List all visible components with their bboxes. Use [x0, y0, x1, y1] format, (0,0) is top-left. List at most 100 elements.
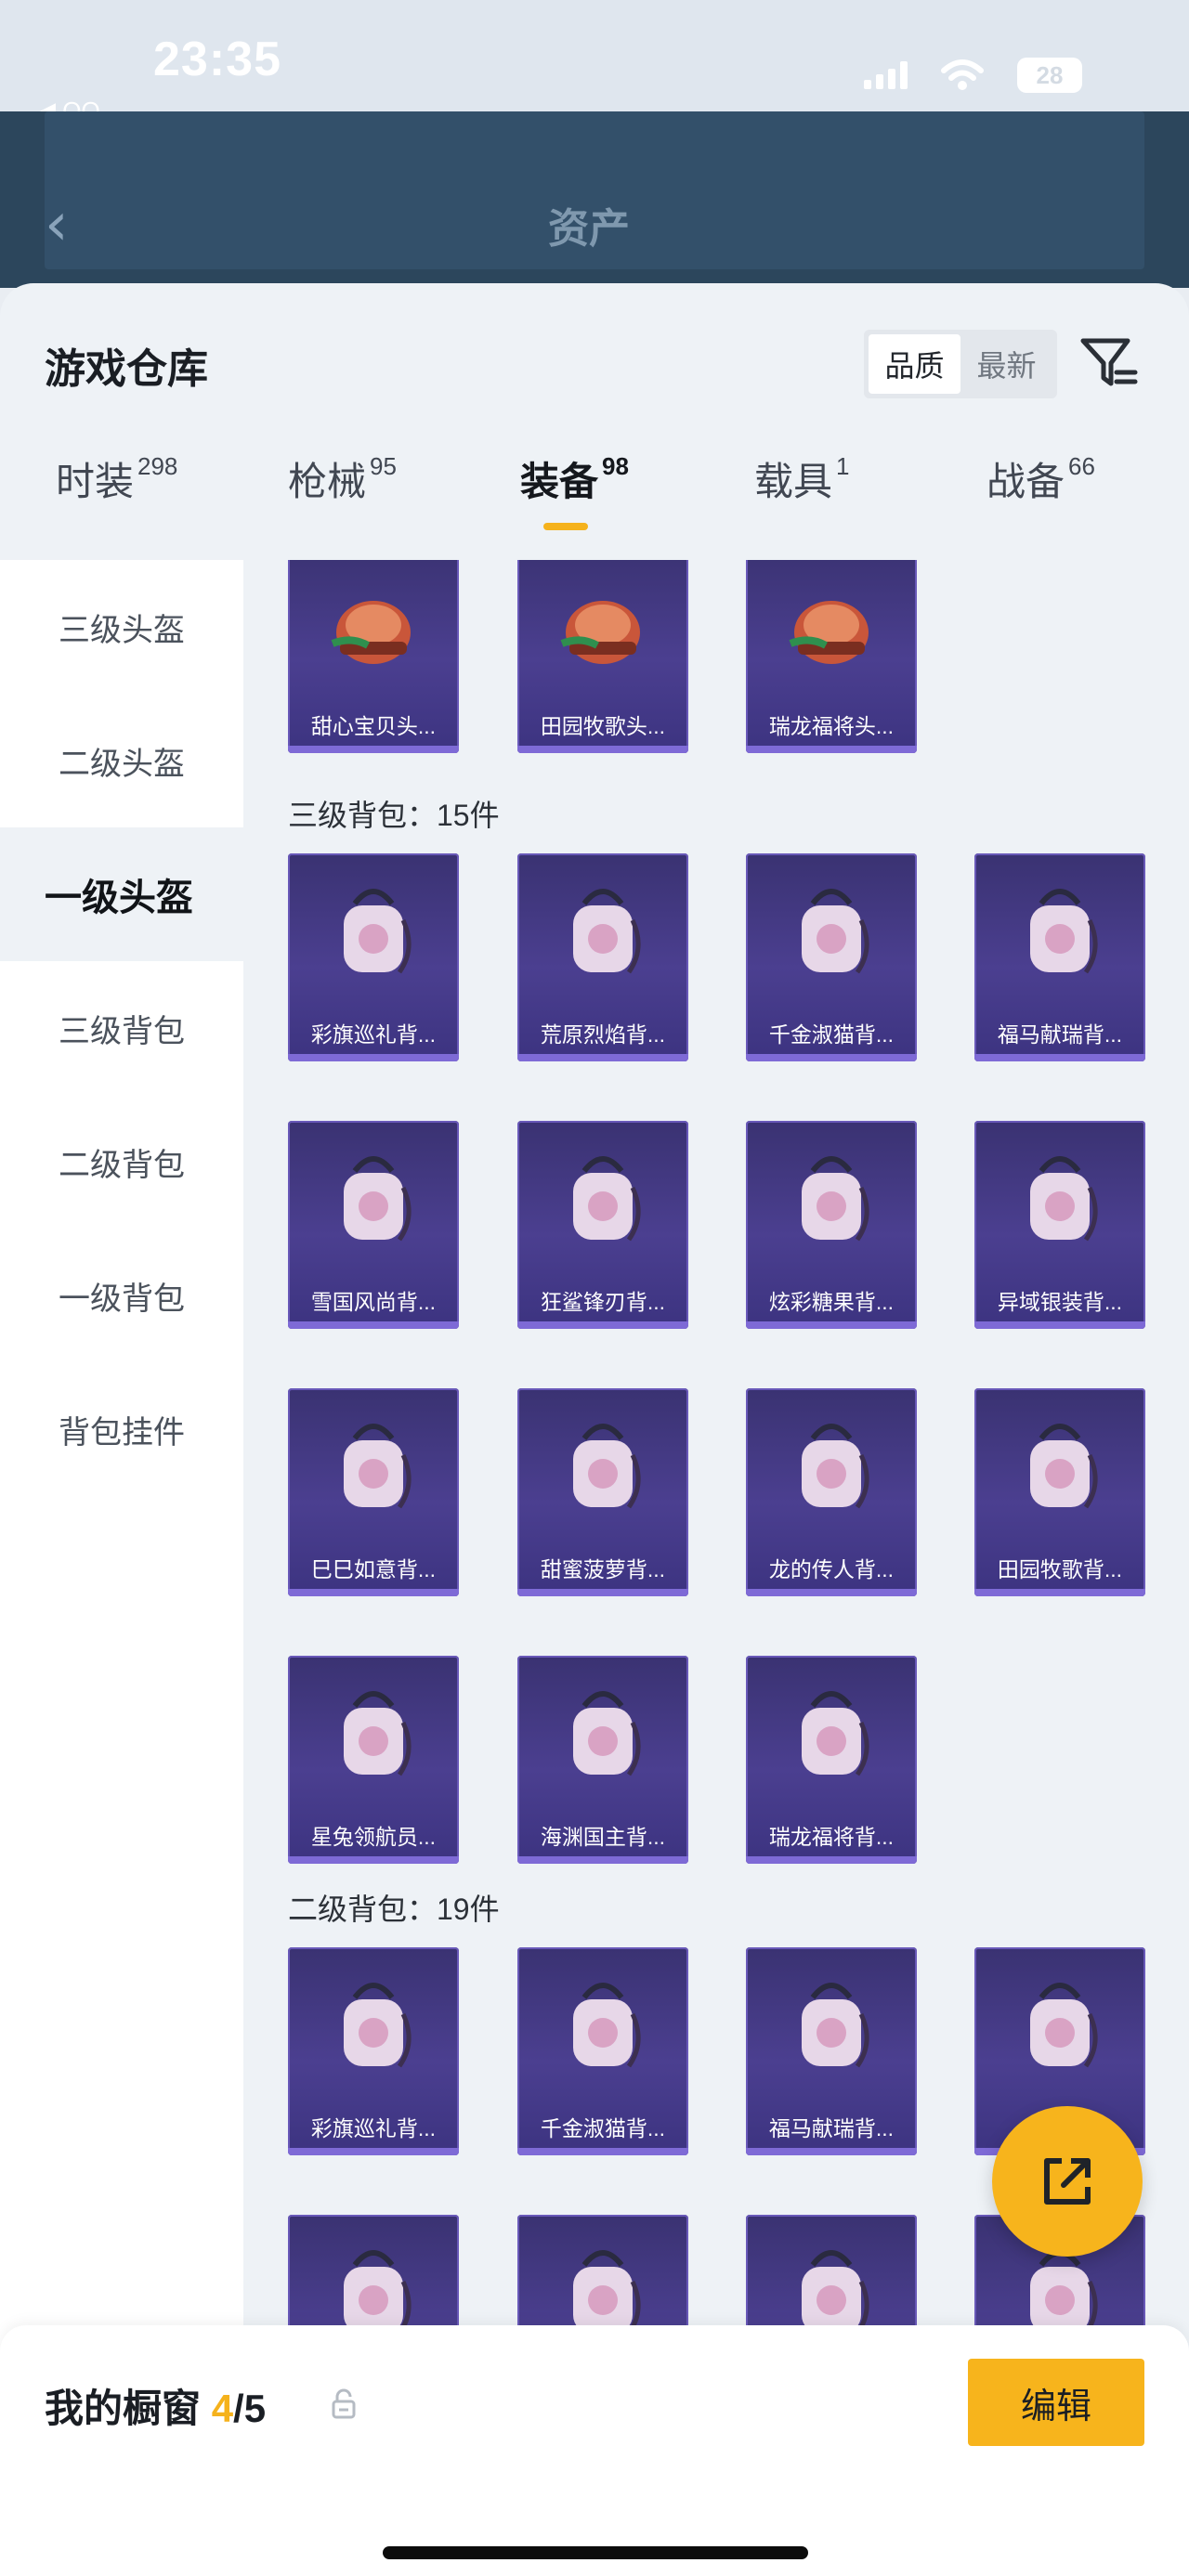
sort-newest-option[interactable]: 最新 — [960, 334, 1052, 394]
tab-count: 66 — [1068, 452, 1095, 480]
sidebar-item-level2-backpack[interactable]: 二级背包 — [0, 1095, 243, 1229]
section-label: 三级背包：15件 — [288, 799, 500, 832]
signal-icon — [864, 61, 908, 89]
lock-icon — [332, 2388, 356, 2419]
item-name: 巳巳如意背... — [310, 1557, 437, 1581]
backpack-icon — [802, 1691, 869, 1776]
backpack-icon — [802, 1983, 869, 2068]
battery-indicator: 28 — [1017, 58, 1082, 93]
sidebar-item-level3-backpack[interactable]: 三级背包 — [0, 961, 243, 1095]
backpack-icon — [573, 1424, 641, 1509]
home-indicator — [383, 2546, 808, 2559]
tab-guns[interactable]: 枪械 95 — [288, 450, 397, 507]
status-bar: 23:35 ◀ QQ 28 — [0, 0, 1189, 124]
backpack-icon — [802, 1424, 869, 1509]
back-arrow-icon[interactable]: ‹ — [45, 190, 69, 259]
sidebar-item-backpack-charm[interactable]: 背包挂件 — [0, 1362, 243, 1496]
item-card[interactable]: 福马献瑞背... — [974, 853, 1145, 1061]
showcase-count-current: 4 — [211, 2387, 234, 2430]
external-link-icon — [1044, 2158, 1091, 2205]
item-card[interactable]: 龙的传人背... — [746, 1388, 917, 1596]
backpack-icon — [1030, 1156, 1098, 1242]
section-label: 二级背包：19件 — [288, 1893, 500, 1926]
sheet-title: 游戏仓库 — [45, 346, 208, 392]
item-name: 荒原烈焰背... — [540, 1022, 666, 1047]
sort-quality-option[interactable]: 品质 — [869, 334, 960, 394]
tab-count: 1 — [836, 452, 850, 480]
item-name: 甜心宝贝头... — [310, 714, 437, 738]
backpack-icon — [573, 889, 641, 974]
backpack-icon — [344, 1156, 412, 1242]
tab-supplies[interactable]: 战备 66 — [986, 450, 1095, 507]
showcase-title: 我的橱窗 4/5 — [45, 2377, 266, 2434]
backpack-icon — [344, 1691, 412, 1776]
item-name: 星兔领航员... — [310, 1825, 437, 1849]
helmet-icon — [560, 601, 640, 664]
item-name: 海渊国主背... — [540, 1825, 666, 1849]
item-card[interactable]: 荒原烈焰背... — [517, 853, 688, 1061]
item-name: 福马献瑞背... — [768, 2116, 895, 2140]
tab-label: 时装 — [56, 460, 135, 503]
sidebar-item-level1-helmet[interactable]: 一级头盔 — [0, 827, 243, 961]
tab-fashion[interactable]: 时装 298 — [56, 450, 177, 507]
sidebar-item-level1-backpack[interactable]: 一级背包 — [0, 1229, 243, 1362]
item-card[interactable]: 福马献瑞背... — [746, 1947, 917, 2155]
subcategory-sidebar: 三级头盔 二级头盔 一级头盔 三级背包 二级背包 一级背包 背包挂件 — [0, 560, 243, 2576]
edit-showcase-button[interactable]: 编辑 — [968, 2359, 1144, 2446]
sort-toggle: 品质 最新 — [864, 330, 1057, 398]
backpack-icon — [573, 1691, 641, 1776]
item-grid: 甜心宝贝头... 田园牧歌头... 瑞龙福将头... 三级背包：15件彩旗巡礼背...… — [243, 560, 1189, 2576]
tab-count: 98 — [602, 452, 629, 480]
sidebar-item-level3-helmet[interactable]: 三级头盔 — [0, 560, 243, 694]
item-name: 炫彩糖果背... — [768, 1290, 895, 1314]
item-card[interactable]: 炫彩糖果背... — [746, 1121, 917, 1329]
item-card[interactable]: 瑞龙福将背... — [746, 1656, 917, 1864]
tab-vehicles[interactable]: 载具 1 — [754, 450, 849, 507]
item-card[interactable]: 彩旗巡礼背... — [288, 1947, 459, 2155]
helmet-icon — [789, 601, 869, 664]
tab-equipment[interactable]: 装备 98 — [520, 450, 629, 507]
page-title: 资产 — [548, 206, 630, 252]
item-name: 田园牧歌头... — [540, 714, 666, 738]
wifi-icon — [941, 59, 984, 90]
tab-count: 298 — [137, 452, 178, 480]
tab-label: 枪械 — [288, 460, 367, 503]
item-name: 异域银装背... — [997, 1290, 1123, 1314]
item-name: 龙的传人背... — [768, 1557, 895, 1581]
backpack-icon — [573, 1983, 641, 2068]
item-card[interactable]: 星兔领航员... — [288, 1656, 459, 1864]
item-card[interactable]: 狂鲨锋刃背... — [517, 1121, 688, 1329]
item-card[interactable]: 彩旗巡礼背... — [288, 853, 459, 1061]
status-time: 23:35 — [153, 33, 281, 86]
item-card[interactable]: 田园牧歌头... — [517, 560, 688, 753]
item-card[interactable]: 异域银装背... — [974, 1121, 1145, 1329]
showcase-label: 我的橱窗 — [45, 2387, 202, 2430]
item-card[interactable]: 巳巳如意背... — [288, 1388, 459, 1596]
item-name: 瑞龙福将背... — [768, 1825, 895, 1849]
backpack-icon — [344, 1424, 412, 1509]
tab-label: 战备 — [986, 460, 1065, 503]
item-card[interactable]: 千金淑猫背... — [746, 853, 917, 1061]
item-card[interactable]: 瑞龙福将头... — [746, 560, 917, 753]
item-card[interactable]: 雪国风尚背... — [288, 1121, 459, 1329]
backpack-icon — [344, 1983, 412, 2068]
page-header: ‹ 资产 — [0, 111, 1189, 288]
backpack-icon — [802, 1156, 869, 1242]
item-name: 田园牧歌背... — [997, 1557, 1123, 1581]
filter-icon[interactable] — [1076, 330, 1141, 395]
tab-label: 载具 — [754, 460, 833, 503]
sidebar-item-level2-helmet[interactable]: 二级头盔 — [0, 694, 243, 827]
item-card[interactable]: 甜心宝贝头... — [288, 560, 459, 753]
backpack-icon — [573, 1156, 641, 1242]
item-card[interactable]: 甜蜜菠萝背... — [517, 1388, 688, 1596]
tab-label: 装备 — [520, 460, 599, 503]
item-card[interactable]: 千金淑猫背... — [517, 1947, 688, 2155]
item-name: 甜蜜菠萝背... — [540, 1557, 666, 1581]
item-card[interactable]: 田园牧歌背... — [974, 1388, 1145, 1596]
helmet-icon — [331, 601, 411, 664]
item-card[interactable]: 海渊国主背... — [517, 1656, 688, 1864]
backpack-icon — [1030, 1983, 1098, 2068]
backpack-icon — [802, 889, 869, 974]
showcase-count-total: 5 — [243, 2387, 267, 2430]
share-button[interactable] — [992, 2106, 1143, 2257]
